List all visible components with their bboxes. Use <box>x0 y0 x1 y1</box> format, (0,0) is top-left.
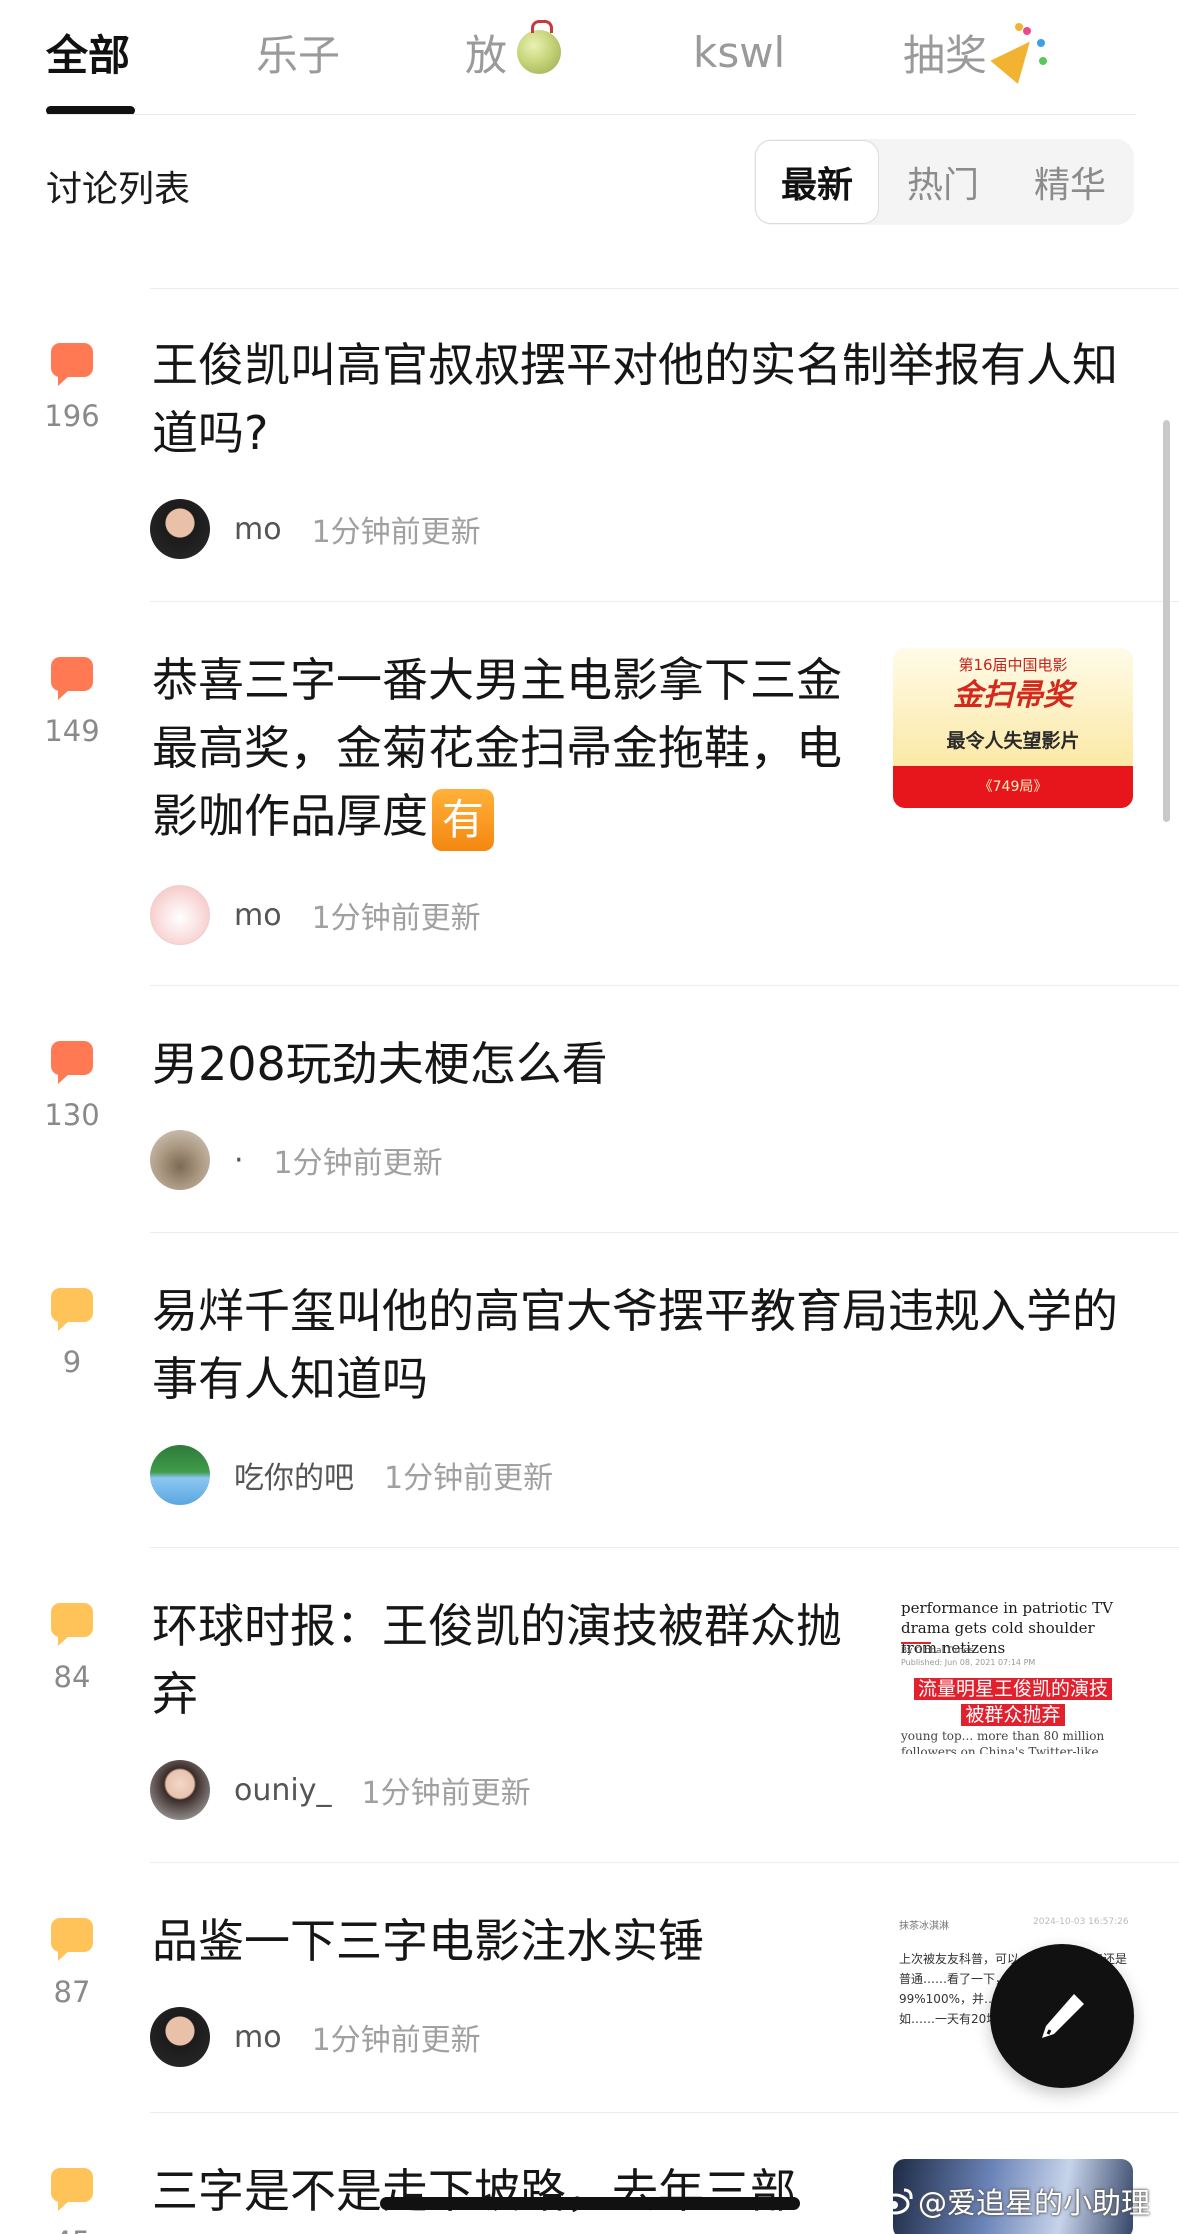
party-popper-icon <box>990 23 1051 84</box>
category-tabs: 全部 乐子 放 kswl 抽奖 <box>0 0 1179 116</box>
thumb-text: 金扫帚奖 <box>953 678 1073 713</box>
comment-count: 149 <box>44 714 100 748</box>
comment-count: 9 <box>62 1345 82 1379</box>
post-meta: ouniy_ 1分钟前更新 <box>150 1759 531 1821</box>
thumb-text: By Global Times <box>901 1642 974 1656</box>
tab-release[interactable]: 放 <box>465 20 562 84</box>
author-name[interactable]: mo <box>234 2020 282 2055</box>
weibo-icon <box>880 2188 913 2215</box>
post-title[interactable]: 恭喜三字一番大男主电影拿下三金最高奖，金菊花金扫帚金拖鞋，电影咖作品厚度有 <box>152 646 862 851</box>
post-meta: · 1分钟前更新 <box>150 1129 443 1191</box>
post-meta: mo 1分钟前更新 <box>150 498 481 560</box>
post-meta: mo 1分钟前更新 <box>150 2006 481 2068</box>
compose-button[interactable] <box>990 1944 1134 2088</box>
post-thumbnail[interactable]: 第16届中国电影 金扫帚奖 最令人失望影片 《749局》 <box>893 648 1133 808</box>
thumb-text: 2024-10-03 16:57:26 <box>1033 1917 1129 1927</box>
comment-bubble-icon <box>51 1288 93 1331</box>
tabs-divider <box>46 114 1136 115</box>
thumb-text: 被群众抛弃 <box>961 1704 1065 1726</box>
comment-count: 130 <box>44 1098 100 1132</box>
comment-bubble-icon <box>51 343 93 386</box>
list-item[interactable]: 130 男208玩劲夫梗怎么看 · 1分钟前更新 <box>0 986 1179 1232</box>
avatar[interactable] <box>150 1130 210 1190</box>
tab-lottery-label: 抽奖 <box>903 30 988 80</box>
comment-bubble-icon <box>51 1918 93 1961</box>
scrollbar[interactable] <box>1163 420 1170 822</box>
post-title[interactable]: 环球时报：王俊凯的演技被群众抛弃 <box>152 1592 862 1728</box>
avatar[interactable] <box>150 1445 210 1505</box>
tab-lottery[interactable]: 抽奖 <box>903 20 1051 84</box>
update-time: 1分钟前更新 <box>311 2023 481 2058</box>
sort-latest-button[interactable]: 最新 <box>755 140 879 224</box>
sort-featured-button[interactable]: 精华 <box>1006 139 1134 225</box>
author-name[interactable]: ouniy_ <box>234 1773 331 1808</box>
comment-bubble-icon <box>51 1041 93 1084</box>
list-item[interactable]: 84 环球时报：王俊凯的演技被群众抛弃 performance in patri… <box>0 1548 1179 1862</box>
comment-count: 45 <box>30 2225 114 2234</box>
comment-bubble-icon <box>51 657 93 700</box>
comment-count: 84 <box>53 1660 91 1694</box>
avatar[interactable] <box>150 1760 210 1820</box>
post-title-text: 恭喜三字一番大男主电影拿下三金最高奖，金菊花金扫帚金拖鞋，电影咖作品厚度 <box>152 653 842 843</box>
thumb-red-caption: 流量明星王俊凯的演技 被群众抛弃 <box>893 1676 1133 1728</box>
comment-count: 196 <box>44 399 100 433</box>
watermark-text: @爱追星的小助理 <box>918 2186 1151 2220</box>
tab-release-label: 放 <box>465 30 508 80</box>
post-meta: 吃你的吧 1分钟前更新 <box>150 1444 553 1506</box>
home-indicator[interactable] <box>380 2197 800 2210</box>
update-time: 1分钟前更新 <box>311 515 481 550</box>
list-item[interactable]: 196 王俊凯叫高官叔叔摆平对他的实名制举报有人知道吗? mo 1分钟前更新 <box>0 289 1179 601</box>
comment-bubble-icon <box>51 2168 93 2211</box>
melon-icon <box>517 20 562 74</box>
avatar[interactable] <box>150 499 210 559</box>
thumb-text: 抹茶冰淇淋 <box>899 1921 949 1932</box>
update-time: 1分钟前更新 <box>311 901 481 936</box>
list-title: 讨论列表 <box>46 169 191 210</box>
thumb-text: 流量明星王俊凯的演技 <box>913 1678 1112 1700</box>
post-title[interactable]: 易烊千玺叫他的高官大爷摆平教育局违规入学的事有人知道吗 <box>152 1277 1142 1413</box>
watermark: @爱追星的小助理 <box>880 2180 1150 2222</box>
author-name[interactable]: 吃你的吧 <box>234 1453 354 1497</box>
thumb-text: 最令人失望影片 <box>946 730 1080 752</box>
pen-icon <box>1042 1994 1084 2038</box>
update-time: 1分钟前更新 <box>361 1776 531 1811</box>
thumb-text: 《749局》 <box>978 779 1048 795</box>
post-meta: mo 1分钟前更新 <box>150 884 481 946</box>
post-title[interactable]: 品鉴一下三字电影注水实锤 <box>152 1907 862 1975</box>
avatar[interactable] <box>150 885 210 945</box>
tab-fun[interactable]: 乐子 <box>256 20 340 84</box>
list-item[interactable]: 149 恭喜三字一番大男主电影拿下三金最高奖，金菊花金扫帚金拖鞋，电影咖作品厚度… <box>0 602 1179 985</box>
list-item[interactable]: 9 易烊千玺叫他的高官大爷摆平教育局违规入学的事有人知道吗 吃你的吧 1分钟前更… <box>0 1233 1179 1547</box>
post-title[interactable]: 三字是不是走下坡路，去年三部 <box>152 2157 862 2225</box>
sort-hot-button[interactable]: 热门 <box>880 139 1006 225</box>
post-thumbnail[interactable]: performance in patriotic TV drama gets c… <box>893 1594 1133 1754</box>
comment-bubble-icon <box>51 1603 93 1646</box>
comment-count: 87 <box>53 1975 91 2009</box>
update-time: 1分钟前更新 <box>273 1146 443 1181</box>
post-title[interactable]: 男208玩劲夫梗怎么看 <box>152 1030 1142 1098</box>
avatar[interactable] <box>150 2007 210 2067</box>
update-time: 1分钟前更新 <box>384 1461 554 1496</box>
author-name[interactable]: mo <box>234 898 282 933</box>
sort-segmented-control: 最新 热门 精华 <box>754 139 1134 225</box>
author-name[interactable]: mo <box>234 512 282 547</box>
post-title[interactable]: 王俊凯叫高官叔叔摆平对他的实名制举报有人知道吗? <box>152 331 1142 467</box>
you-badge: 有 <box>432 788 494 851</box>
tab-all[interactable]: 全部 <box>46 20 130 84</box>
tab-kswl[interactable]: kswl <box>693 20 785 84</box>
thumb-text: young top... more than 80 million follow… <box>901 1729 1105 1754</box>
author-name[interactable]: · <box>234 1143 244 1178</box>
thumb-text: Published: Jun 08, 2021 07:14 PM <box>901 1658 1036 1667</box>
